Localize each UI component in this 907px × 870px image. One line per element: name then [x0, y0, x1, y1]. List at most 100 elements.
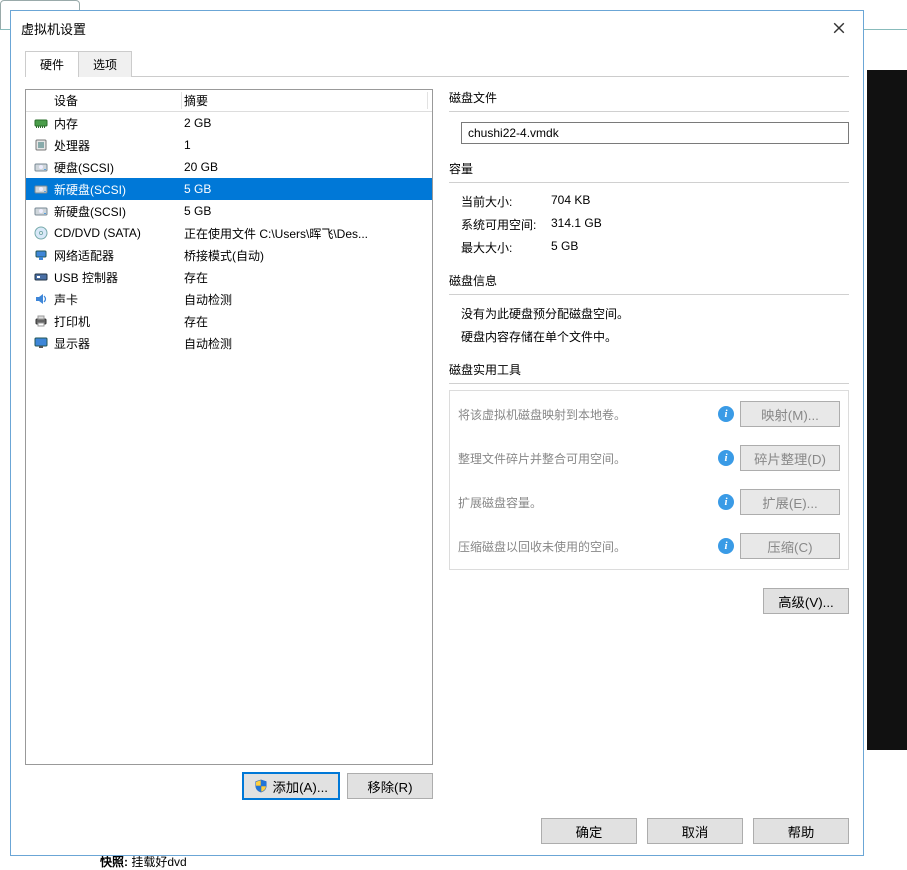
network-icon [30, 247, 52, 263]
hardware-list-buttons: 添加(A)... 移除(R) [25, 765, 433, 807]
hardware-row-summary: 2 GB [182, 116, 428, 130]
cancel-button[interactable]: 取消 [647, 818, 743, 844]
display-icon [30, 335, 52, 351]
dialog-title: 虚拟机设置 [21, 19, 817, 38]
capacity-max-label: 最大大小: [461, 239, 551, 256]
hardware-row[interactable]: 内存2 GB [26, 112, 432, 134]
info-icon[interactable] [718, 450, 734, 466]
tab-hardware[interactable]: 硬件 [25, 51, 79, 77]
capacity-current-label: 当前大小: [461, 193, 551, 210]
group-diskfile: 磁盘文件 [449, 89, 849, 150]
hardware-row-summary: 桥接模式(自动) [182, 247, 428, 264]
capacity-current-value: 704 KB [551, 193, 590, 210]
vm-settings-dialog: 虚拟机设置 硬件 选项 设备 摘要 内存2 GB处理器1硬盘(SCS [10, 10, 864, 856]
detail-column: 磁盘文件 容量 当前大小: 704 KB 系统可用空间: 3 [449, 89, 849, 807]
hardware-row-device: CD/DVD (SATA) [52, 226, 182, 240]
hardware-row-summary: 存在 [182, 313, 428, 330]
capacity-free-value: 314.1 GB [551, 216, 602, 233]
advanced-row: 高级(V)... [449, 580, 849, 614]
hardware-row-device: 新硬盘(SCSI) [52, 181, 182, 198]
hardware-list-header: 设备 摘要 [26, 90, 432, 112]
hardware-column: 设备 摘要 内存2 GB处理器1硬盘(SCSI)20 GB新硬盘(SCSI)5 … [25, 89, 433, 807]
cpu-icon [30, 137, 52, 153]
tool-expand-button[interactable]: 扩展(E)... [740, 489, 840, 515]
hardware-list-rows: 内存2 GB处理器1硬盘(SCSI)20 GB新硬盘(SCSI)5 GB新硬盘(… [26, 112, 432, 354]
hardware-row-device: 网络适配器 [52, 247, 182, 264]
advanced-button[interactable]: 高级(V)... [763, 588, 849, 614]
tab-options[interactable]: 选项 [78, 51, 132, 77]
diskinfo-line1: 没有为此硬盘预分配磁盘空间。 [461, 305, 849, 322]
hardware-row[interactable]: 新硬盘(SCSI)5 GB [26, 200, 432, 222]
hardware-row-summary: 自动检测 [182, 335, 428, 352]
hardware-row[interactable]: 声卡自动检测 [26, 288, 432, 310]
hardware-row[interactable]: USB 控制器存在 [26, 266, 432, 288]
hardware-row-device: 硬盘(SCSI) [52, 159, 182, 176]
tool-defrag-desc: 整理文件碎片并整合可用空间。 [458, 450, 712, 467]
background-preview-area [867, 70, 907, 750]
dialog-footer: 确定 取消 帮助 [11, 807, 863, 855]
hardware-row-summary: 1 [182, 138, 428, 152]
hardware-row-device: 声卡 [52, 291, 182, 308]
disk-icon [30, 181, 52, 197]
help-button[interactable]: 帮助 [753, 818, 849, 844]
hardware-row-device: USB 控制器 [52, 269, 182, 286]
diskinfo-line2: 硬盘内容存储在单个文件中。 [461, 328, 849, 345]
tool-map-button[interactable]: 映射(M)... [740, 401, 840, 427]
hardware-row[interactable]: 硬盘(SCSI)20 GB [26, 156, 432, 178]
hardware-list[interactable]: 设备 摘要 内存2 GB处理器1硬盘(SCSI)20 GB新硬盘(SCSI)5 … [25, 89, 433, 765]
hardware-row[interactable]: 处理器1 [26, 134, 432, 156]
hardware-row[interactable]: 新硬盘(SCSI)5 GB [26, 178, 432, 200]
hardware-row-device: 打印机 [52, 313, 182, 330]
usb-icon [30, 269, 52, 285]
capacity-max-value: 5 GB [551, 239, 578, 256]
hardware-row[interactable]: 网络适配器桥接模式(自动) [26, 244, 432, 266]
hardware-row-device: 处理器 [52, 137, 182, 154]
hardware-row[interactable]: CD/DVD (SATA)正在使用文件 C:\Users\晖飞\Des... [26, 222, 432, 244]
hardware-row-summary: 存在 [182, 269, 428, 286]
add-hardware-button[interactable]: 添加(A)... [243, 773, 339, 799]
capacity-free: 系统可用空间: 314.1 GB [461, 216, 849, 233]
tool-map-desc: 将该虚拟机磁盘映射到本地卷。 [458, 406, 712, 423]
group-diskfile-title: 磁盘文件 [449, 89, 849, 108]
tool-defrag-row: 整理文件碎片并整合可用空间。 碎片整理(D) [458, 445, 840, 471]
tool-expand-desc: 扩展磁盘容量。 [458, 494, 712, 511]
hardware-row-summary: 5 GB [182, 204, 428, 218]
disk-icon [30, 203, 52, 219]
ok-button[interactable]: 确定 [541, 818, 637, 844]
tool-defrag-button[interactable]: 碎片整理(D) [740, 445, 840, 471]
add-hardware-label: 添加(A)... [272, 777, 328, 796]
group-tools-title: 磁盘实用工具 [449, 361, 849, 380]
hardware-row-device: 内存 [52, 115, 182, 132]
close-button[interactable] [817, 13, 861, 43]
info-icon[interactable] [718, 406, 734, 422]
panes: 设备 摘要 内存2 GB处理器1硬盘(SCSI)20 GB新硬盘(SCSI)5 … [25, 77, 849, 807]
hardware-row[interactable]: 打印机存在 [26, 310, 432, 332]
remove-hardware-button[interactable]: 移除(R) [347, 773, 433, 799]
hardware-row-device: 显示器 [52, 335, 182, 352]
tool-compact-desc: 压缩磁盘以回收未使用的空间。 [458, 538, 712, 555]
dialog-body: 硬件 选项 设备 摘要 内存2 GB处理器1硬盘(SCSI)20 GB新硬盘(S… [11, 45, 863, 807]
tools-box: 将该虚拟机磁盘映射到本地卷。 映射(M)... 整理文件碎片并整合可用空间。 碎… [449, 390, 849, 570]
optical-icon [30, 225, 52, 241]
hardware-row-summary: 自动检测 [182, 291, 428, 308]
tool-expand-row: 扩展磁盘容量。 扩展(E)... [458, 489, 840, 515]
hardware-row-summary: 5 GB [182, 182, 428, 196]
disk-icon [30, 159, 52, 175]
hardware-row[interactable]: 显示器自动检测 [26, 332, 432, 354]
header-summary: 摘要 [182, 92, 428, 109]
diskfile-input[interactable] [461, 122, 849, 144]
info-icon[interactable] [718, 494, 734, 510]
tab-strip: 硬件 选项 [25, 51, 849, 77]
hardware-row-summary: 20 GB [182, 160, 428, 174]
capacity-current: 当前大小: 704 KB [461, 193, 849, 210]
header-device: 设备 [52, 92, 182, 109]
info-icon[interactable] [718, 538, 734, 554]
dialog-titlebar: 虚拟机设置 [11, 11, 863, 45]
tool-map-row: 将该虚拟机磁盘映射到本地卷。 映射(M)... [458, 401, 840, 427]
group-capacity-title: 容量 [449, 160, 849, 179]
tool-compact-row: 压缩磁盘以回收未使用的空间。 压缩(C) [458, 533, 840, 559]
background-snapshot-value: 挂载好dvd [131, 855, 186, 869]
hardware-row-summary: 正在使用文件 C:\Users\晖飞\Des... [182, 225, 428, 242]
capacity-max: 最大大小: 5 GB [461, 239, 849, 256]
tool-compact-button[interactable]: 压缩(C) [740, 533, 840, 559]
